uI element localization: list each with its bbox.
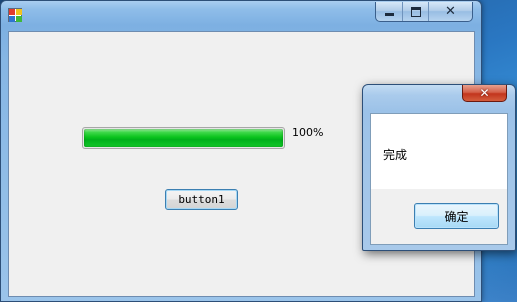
window-controls: ✕	[375, 2, 473, 22]
progress-bar-fill	[84, 129, 283, 147]
progress-percent-label: 100%	[292, 126, 324, 139]
message-box-dialog: ✕ 完成 确定	[362, 84, 516, 251]
desktop-background	[482, 242, 517, 302]
minimize-icon	[384, 13, 394, 16]
close-icon: ✕	[445, 4, 456, 19]
button1[interactable]: button1	[165, 189, 238, 210]
maximize-button[interactable]	[402, 2, 428, 21]
message-box-close-button[interactable]: ✕	[462, 85, 507, 102]
close-icon: ✕	[479, 86, 490, 100]
ok-button[interactable]: 确定	[414, 203, 499, 229]
message-text: 完成	[383, 148, 408, 162]
progress-bar	[82, 127, 285, 149]
message-box-body: 完成 确定	[370, 113, 508, 245]
close-button[interactable]: ✕	[428, 2, 472, 21]
message-box-text-area: 完成	[371, 114, 507, 189]
app-icon[interactable]	[8, 8, 22, 22]
maximize-icon	[410, 6, 421, 17]
minimize-button[interactable]	[376, 2, 402, 21]
